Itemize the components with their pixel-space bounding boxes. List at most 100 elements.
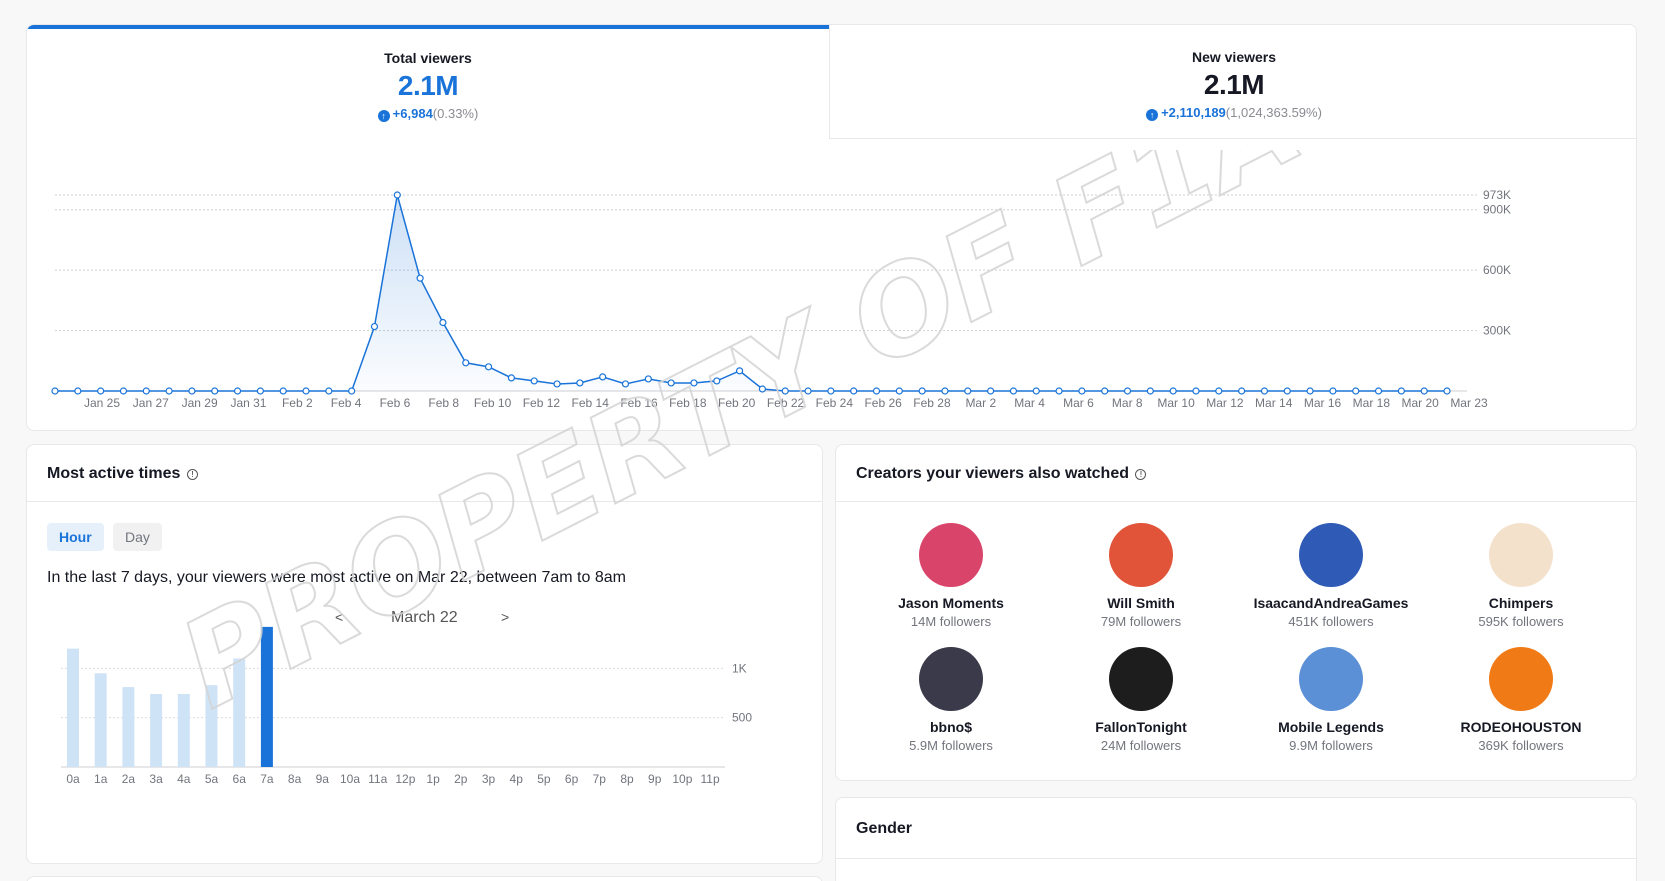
data-point[interactable] (279, 387, 287, 395)
creator-avatar[interactable] (919, 647, 983, 711)
creator-item[interactable]: Chimpers 595K followers (1426, 523, 1616, 629)
data-point[interactable] (644, 375, 652, 383)
data-point[interactable] (1397, 387, 1405, 395)
data-point[interactable] (51, 387, 59, 395)
data-point[interactable] (74, 387, 82, 395)
creator-item[interactable]: bbno$ 5.9M followers (856, 647, 1046, 753)
creator-item[interactable]: Jason Moments 14M followers (856, 523, 1046, 629)
data-point[interactable] (576, 379, 584, 387)
data-point[interactable] (530, 377, 538, 385)
data-point[interactable] (895, 387, 903, 395)
creator-avatar[interactable] (1109, 647, 1173, 711)
data-point[interactable] (872, 387, 881, 395)
data-point[interactable] (348, 387, 356, 395)
data-point[interactable] (507, 374, 515, 382)
new-viewers-tab[interactable]: New viewers 2.1M ↑ +2,110,189(1,024,363.5… (829, 25, 1636, 139)
info-icon[interactable]: ! (186, 469, 198, 480)
data-point[interactable] (1238, 387, 1246, 395)
data-point[interactable] (1169, 387, 1177, 395)
data-point[interactable] (1374, 387, 1383, 395)
creator-item[interactable]: IsaacandAndreaGames 451K followers (1236, 523, 1426, 629)
data-point[interactable] (781, 387, 789, 395)
data-point[interactable] (713, 377, 721, 385)
creator-avatar[interactable] (1109, 523, 1173, 587)
creator-item[interactable]: FallonTonight 24M followers (1046, 647, 1236, 753)
data-point[interactable] (1215, 387, 1223, 395)
creator-avatar[interactable] (1299, 523, 1363, 587)
data-point[interactable] (941, 387, 949, 395)
creator-name[interactable]: Will Smith (1046, 595, 1236, 611)
data-point[interactable] (1032, 387, 1040, 395)
data-point[interactable] (1055, 387, 1063, 395)
data-point[interactable] (735, 367, 744, 375)
data-point[interactable] (964, 387, 972, 395)
data-point[interactable] (1009, 387, 1018, 395)
data-point[interactable] (439, 318, 447, 327)
creator-item[interactable]: RODEOHOUSTON 369K followers (1426, 647, 1616, 753)
hour-toggle-button[interactable]: Hour (47, 523, 104, 551)
total-viewers-tab[interactable]: Total viewers 2.1M ↑ +6,984(0.33%) (27, 25, 829, 139)
data-point[interactable] (1260, 387, 1269, 395)
creator-avatar[interactable] (1489, 647, 1553, 711)
data-point[interactable] (416, 274, 424, 282)
creator-name[interactable]: Mobile Legends (1236, 719, 1426, 735)
data-point[interactable] (804, 387, 812, 395)
data-point[interactable] (302, 387, 310, 395)
creator-item[interactable]: Mobile Legends 9.9M followers (1236, 647, 1426, 753)
day-toggle-button[interactable]: Day (113, 523, 162, 551)
data-point[interactable] (211, 387, 219, 395)
hour-bar[interactable] (205, 685, 218, 767)
hour-bar[interactable] (177, 693, 190, 767)
creator-name[interactable]: IsaacandAndreaGames (1236, 595, 1426, 611)
creator-avatar[interactable] (1299, 647, 1363, 711)
data-point[interactable] (850, 387, 858, 395)
creator-name[interactable]: RODEOHOUSTON (1426, 719, 1616, 735)
data-point[interactable] (827, 387, 835, 395)
data-point[interactable] (690, 379, 698, 387)
hour-bar[interactable] (67, 648, 79, 767)
creator-avatar[interactable] (919, 523, 983, 587)
data-point[interactable] (188, 387, 196, 395)
data-point[interactable] (918, 387, 926, 395)
data-point[interactable] (1352, 387, 1360, 395)
creator-item[interactable]: Will Smith 79M followers (1046, 523, 1236, 629)
creator-name[interactable]: bbno$ (856, 719, 1046, 735)
data-point[interactable] (1146, 387, 1154, 395)
data-point[interactable] (987, 387, 995, 395)
data-point[interactable] (1078, 387, 1086, 395)
data-point[interactable] (233, 387, 242, 395)
chevron-left-icon[interactable]: < (335, 609, 343, 625)
viewers-line-chart[interactable]: 300K 600K 900K973K Jan 25 Jan 27 Jan 29 Jan 31… (27, 155, 1637, 431)
data-point[interactable] (165, 387, 173, 395)
data-point[interactable] (1443, 387, 1451, 395)
data-point[interactable] (119, 387, 128, 395)
data-point[interactable] (484, 363, 493, 371)
data-point[interactable] (1192, 387, 1200, 395)
info-icon[interactable]: ! (1135, 469, 1147, 480)
creator-name[interactable]: FallonTonight (1046, 719, 1236, 735)
data-point[interactable] (599, 373, 607, 381)
data-point[interactable] (1123, 387, 1132, 395)
data-point[interactable] (325, 387, 333, 395)
data-point[interactable] (1420, 387, 1428, 395)
hour-bar[interactable] (233, 658, 246, 767)
data-point[interactable] (553, 380, 561, 388)
data-point[interactable] (142, 387, 150, 395)
data-point[interactable] (758, 385, 767, 393)
hour-bar[interactable] (122, 687, 135, 767)
data-point[interactable] (1101, 387, 1109, 395)
hour-bar[interactable] (150, 693, 163, 767)
hour-bar[interactable] (94, 673, 107, 767)
chevron-right-icon[interactable]: > (501, 609, 509, 625)
data-point[interactable] (393, 191, 401, 199)
creator-name[interactable]: Chimpers (1426, 595, 1616, 611)
data-point[interactable] (621, 380, 630, 388)
hourly-bar-chart[interactable]: 500 1K 1.5K 0a 1a 2a 3a 4a 5a 6a 7a 8a 9a 10a 11a 12p 1p… (27, 625, 824, 865)
creator-name[interactable]: Jason Moments (856, 595, 1046, 611)
creator-avatar[interactable] (1489, 523, 1553, 587)
hour-bar[interactable] (260, 626, 273, 767)
data-point[interactable] (256, 387, 264, 395)
data-point[interactable] (97, 387, 105, 395)
data-point[interactable] (370, 322, 379, 331)
data-point[interactable] (1329, 387, 1337, 395)
